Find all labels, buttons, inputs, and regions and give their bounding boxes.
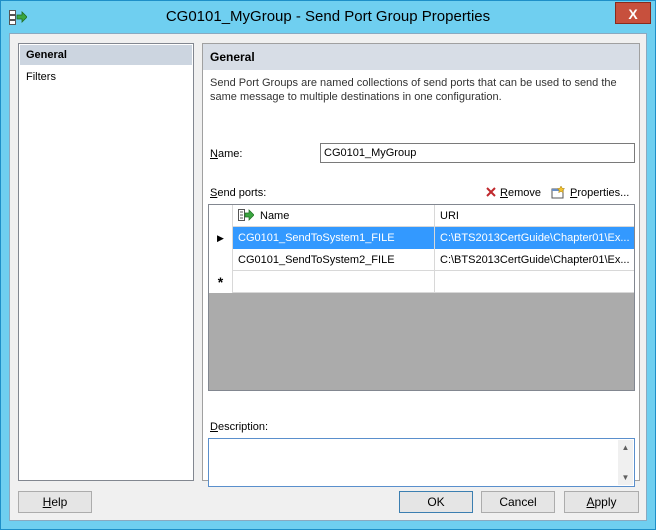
title-bar[interactable]: CG0101_MyGroup - Send Port Group Propert… <box>1 1 655 33</box>
grid-body: Name URI ▶ CG0101_SendToSystem1_FILE C:\… <box>209 205 634 390</box>
name-label-rest: ame: <box>217 148 243 160</box>
send-ports-label-rest: end ports: <box>217 187 267 199</box>
scroll-up-icon[interactable]: ▲ <box>618 440 633 455</box>
properties-label-rest: roperties... <box>577 187 630 199</box>
panel-description-line2: same message to multiple destinations in… <box>210 91 502 103</box>
ok-button[interactable]: OK <box>399 491 473 513</box>
help-button[interactable]: Help <box>18 491 92 513</box>
apply-rest: pply <box>594 495 617 509</box>
remove-label-rest: emove <box>507 187 541 199</box>
current-row-marker[interactable]: ▶ <box>209 227 233 249</box>
dialog-window: CG0101_MyGroup - Send Port Group Propert… <box>0 0 656 530</box>
column-header-name-label: Name <box>260 210 290 222</box>
send-port-icon <box>238 209 255 221</box>
window-title: CG0101_MyGroup - Send Port Group Propert… <box>165 8 491 25</box>
scroll-down-icon[interactable]: ▼ <box>618 470 633 485</box>
description-label-rest: escription: <box>217 421 269 433</box>
panel-header: General <box>203 44 639 70</box>
description-label: Description: <box>210 421 268 433</box>
description-label-accel: D <box>210 421 218 433</box>
port-name-cell[interactable]: CG0101_SendToSystem1_FILE <box>233 227 435 249</box>
table-row[interactable]: ▶ CG0101_SendToSystem1_FILE C:\BTS2013Ce… <box>209 227 634 249</box>
name-label-accel: N <box>210 148 218 160</box>
new-port-name-cell[interactable] <box>233 271 435 293</box>
row-header[interactable] <box>209 249 233 271</box>
column-header-name[interactable]: Name <box>233 205 435 227</box>
new-row[interactable]: * <box>209 271 634 293</box>
dialog-client-area: General Filters General Send Port Groups… <box>9 33 647 521</box>
remove-label-accel: R <box>500 187 508 199</box>
name-label: Name: <box>210 148 242 160</box>
name-input[interactable] <box>320 143 635 163</box>
grid-header-row: Name URI <box>209 205 634 227</box>
apply-button[interactable]: Apply <box>564 491 639 513</box>
table-row[interactable]: CG0101_SendToSystem2_FILE C:\BTS2013Cert… <box>209 249 634 271</box>
port-uri-cell[interactable]: C:\BTS2013CertGuide\Chapter01\Ex... <box>435 249 634 271</box>
nav-item-filters[interactable]: Filters <box>20 67 192 87</box>
panel-description: Send Port Groups are named collections o… <box>210 76 630 104</box>
properties-button[interactable]: Properties... <box>551 185 629 201</box>
cancel-button[interactable]: Cancel <box>481 491 555 513</box>
general-panel: General Send Port Groups are named colle… <box>202 43 640 487</box>
row-header-corner <box>209 205 233 227</box>
delete-x-icon <box>486 187 496 197</box>
column-header-uri[interactable]: URI <box>435 205 634 227</box>
remove-button[interactable]: Remove <box>486 185 541 201</box>
panel-description-line1: Send Port Groups are named collections o… <box>210 77 617 89</box>
port-name-cell[interactable]: CG0101_SendToSystem2_FILE <box>233 249 435 271</box>
page-navigation: General Filters <box>18 43 194 481</box>
apply-accel: A <box>586 495 595 509</box>
description-scrollbar[interactable]: ▲ ▼ <box>618 440 633 485</box>
send-ports-grid[interactable]: Name URI ▶ CG0101_SendToSystem1_FILE C:\… <box>208 204 635 391</box>
close-button[interactable]: X <box>615 2 651 24</box>
description-textarea[interactable]: ▲ ▼ <box>208 438 635 487</box>
port-uri-cell[interactable]: C:\BTS2013CertGuide\Chapter01\Ex... <box>435 227 634 249</box>
new-row-marker[interactable]: * <box>209 271 233 293</box>
properties-icon <box>551 185 566 199</box>
send-ports-label: Send ports: <box>210 187 266 199</box>
help-rest: elp <box>51 495 68 509</box>
new-port-uri-cell[interactable] <box>435 271 634 293</box>
nav-item-general[interactable]: General <box>20 45 192 65</box>
